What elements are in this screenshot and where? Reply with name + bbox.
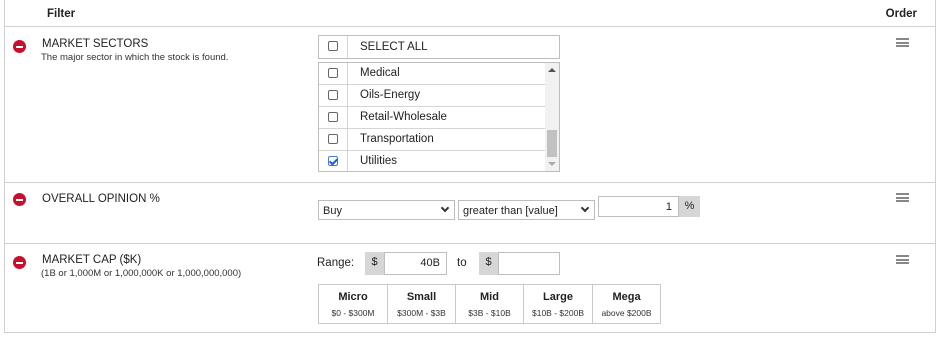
preset-name: Mid [480, 291, 499, 303]
list-item[interactable]: Oils-Energy [319, 85, 545, 107]
select-all-row[interactable]: SELECT ALL [318, 35, 560, 59]
drag-handle-icon[interactable] [896, 193, 909, 202]
sector-checkbox[interactable] [328, 68, 338, 78]
filter-row-market-sectors: MARKET SECTORS The major sector in which… [5, 27, 935, 183]
drag-handle-icon[interactable] [896, 255, 909, 264]
scroll-up-arrow-icon[interactable] [548, 68, 556, 72]
remove-filter-icon[interactable] [13, 256, 26, 269]
preset-name: Micro [338, 291, 368, 303]
chevron-down-icon [440, 203, 450, 213]
checkbox-cell [319, 63, 348, 84]
filter-title: OVERALL OPINION % [42, 193, 160, 205]
select-all-checkbox[interactable] [328, 41, 338, 51]
market-cap-presets: Micro $0 - $300M Small $300M - $3B Mid $… [318, 284, 661, 324]
preset-mid-button[interactable]: Mid $3B - $10B [456, 285, 524, 323]
filter-title: MARKET SECTORS [42, 38, 149, 50]
table-header: Filter Order [5, 0, 935, 27]
filter-column-header: Filter [47, 8, 76, 20]
preset-range: $0 - $300M [331, 308, 375, 318]
sector-checkbox-checked[interactable] [328, 156, 338, 166]
preset-range: $300M - $3B [397, 308, 446, 318]
sector-label: Oils-Energy [360, 89, 421, 101]
filter-description: The major sector in which the stock is f… [41, 52, 229, 63]
preset-small-button[interactable]: Small $300M - $3B [388, 285, 456, 323]
checkbox-cell [319, 151, 348, 171]
preset-range: above $200B [601, 308, 652, 318]
list-scrollbar[interactable] [545, 63, 559, 171]
sector-label: Transportation [360, 133, 434, 145]
scrollbar-thumb[interactable] [547, 130, 557, 157]
sector-list[interactable]: Medical Oils-Energy Retail-Wholesale Tra… [318, 62, 560, 172]
operator-select-value: greater than [value] [463, 205, 558, 217]
checkbox-cell [319, 129, 348, 150]
to-label: to [457, 257, 467, 269]
preset-range: $10B - $200B [532, 308, 584, 318]
opinion-select[interactable]: Buy [318, 200, 455, 220]
screen-filter-table: Filter Order MARKET SECTORS The major se… [4, 0, 936, 333]
drag-handle-icon[interactable] [896, 38, 909, 47]
sector-checkbox[interactable] [328, 134, 338, 144]
list-item[interactable]: Utilities [319, 151, 545, 171]
percent-addon: % [679, 196, 700, 217]
preset-micro-button[interactable]: Micro $0 - $300M [319, 285, 388, 323]
opinion-value-input[interactable]: 1 [598, 196, 679, 217]
remove-filter-icon[interactable] [13, 40, 26, 53]
checkbox-cell [319, 107, 348, 128]
checkbox-cell [319, 85, 348, 106]
filter-row-market-cap: MARKET CAP ($K) (1B or 1,000M or 1,000,0… [5, 244, 935, 333]
scroll-down-arrow-icon[interactable] [548, 162, 556, 166]
cap-from-input[interactable]: 40B [384, 252, 447, 275]
list-item[interactable]: Transportation [319, 129, 545, 151]
preset-mega-button[interactable]: Mega above $200B [593, 285, 660, 323]
operator-select[interactable]: greater than [value] [458, 200, 595, 220]
remove-filter-icon[interactable] [13, 193, 26, 206]
filter-row-overall-opinion: OVERALL OPINION % Buy greater than [valu… [5, 183, 935, 244]
list-item[interactable]: Retail-Wholesale [319, 107, 545, 129]
preset-range: $3B - $10B [468, 308, 511, 318]
preset-name: Mega [612, 291, 641, 303]
cap-to-input[interactable] [498, 252, 560, 275]
preset-large-button[interactable]: Large $10B - $200B [524, 285, 593, 323]
sector-label: Utilities [360, 155, 398, 167]
opinion-select-value: Buy [323, 205, 342, 217]
currency-addon: $ [365, 252, 384, 275]
range-label: Range: [317, 257, 355, 269]
checkbox-cell [319, 36, 348, 58]
sector-label: Retail-Wholesale [360, 111, 447, 123]
list-item[interactable]: Medical [319, 63, 545, 85]
preset-name: Small [406, 291, 437, 303]
preset-name: Large [543, 291, 573, 303]
sector-label: Medical [360, 67, 400, 79]
filter-description: (1B or 1,000M or 1,000,000K or 1,000,000… [41, 268, 242, 279]
sector-checkbox[interactable] [328, 90, 338, 100]
order-column-header: Order [885, 8, 917, 20]
select-all-label: SELECT ALL [360, 41, 428, 53]
currency-addon: $ [479, 252, 498, 275]
chevron-down-icon [580, 203, 590, 213]
filter-title: MARKET CAP ($K) [42, 254, 142, 266]
sector-checkbox[interactable] [328, 112, 338, 122]
